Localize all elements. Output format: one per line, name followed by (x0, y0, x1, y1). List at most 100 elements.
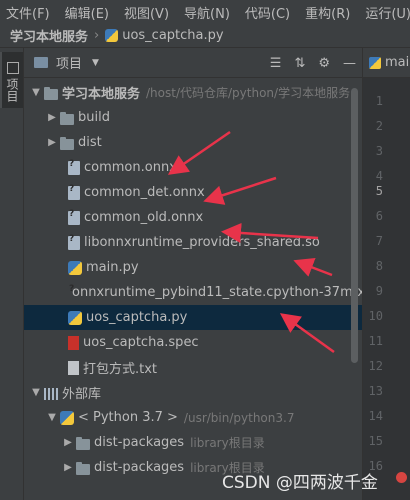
project-folder-icon (34, 57, 48, 68)
csdn-watermark: CSDN @四两波千金 (222, 473, 378, 493)
menu-edit[interactable]: 编辑(E) (65, 3, 109, 22)
unknown-file-icon (68, 234, 80, 250)
menu-bar: 文件(F) 编辑(E) 视图(V) 导航(N) 代码(C) 重构(R) 运行(U… (0, 0, 410, 24)
collapse-arrow-icon[interactable]: ▶ (44, 137, 60, 148)
menu-file[interactable]: 文件(F) (6, 3, 50, 22)
folder-icon (76, 461, 90, 475)
breadcrumb-project[interactable]: 学习本地服务 (10, 26, 88, 45)
tree-file-uos-captcha-py[interactable]: uos_captcha.py (24, 305, 362, 330)
notification-dot-icon (396, 472, 407, 483)
project-panel-toolbar: 项目 ▼ ☰ ⇅ ⚙ — (24, 48, 362, 78)
python-file-icon (105, 29, 119, 42)
project-toolbar-actions: ☰ ⇅ ⚙ — (257, 48, 356, 78)
python-sdk-name: < Python 3.7 > (78, 410, 178, 425)
file-name: 打包方式.txt (83, 362, 158, 377)
project-tool-tab[interactable]: 项目 (0, 52, 23, 108)
line-number: 13 (368, 384, 383, 398)
spec-file-icon (68, 336, 79, 350)
line-number: 9 (375, 284, 383, 298)
project-view-selector[interactable]: 项目 (56, 53, 82, 72)
project-panel: 项目 ▼ ☰ ⇅ ⚙ — ▼ 学习本地服务 /host/代码仓库/python/… (24, 48, 362, 500)
unknown-file-icon (68, 184, 80, 200)
tree-file-libonnxruntime-so[interactable]: libonnxruntime_providers_shared.so (24, 230, 362, 255)
unknown-file-icon (68, 159, 80, 175)
chevron-down-icon[interactable]: ▼ (92, 58, 99, 68)
tree-external-libraries[interactable]: ▼ 外部库 (24, 380, 362, 405)
tree-folder-build[interactable]: ▶ build (24, 105, 362, 130)
tree-file-common-old-onnx[interactable]: common_old.onnx (24, 205, 362, 230)
project-tab-icon (6, 62, 19, 74)
python-file-icon (369, 56, 381, 69)
file-name: main.py (86, 260, 139, 275)
collapse-arrow-icon[interactable]: ▶ (60, 437, 76, 448)
tree-file-main-py[interactable]: main.py (24, 255, 362, 280)
gear-icon[interactable]: ⚙ (318, 56, 330, 71)
file-name: common_old.onnx (84, 210, 204, 225)
line-number: 1 (375, 94, 383, 108)
line-number: 3 (375, 144, 383, 158)
line-number: 6 (375, 209, 383, 223)
tree-file-pybind11-state[interactable]: onnxruntime_pybind11_state.cpython-37m-x (24, 280, 362, 305)
line-number: 14 (368, 409, 383, 423)
external-libraries-label: 外部库 (62, 387, 102, 402)
file-name: uos_captcha.spec (83, 335, 199, 350)
menu-code[interactable]: 代码(C) (245, 3, 290, 22)
root-folder-name: 学习本地服务 (62, 87, 141, 102)
breadcrumb: 学习本地服务 › uos_captcha.py (0, 24, 410, 48)
python-file-icon (68, 311, 82, 325)
tree-file-common-det-onnx[interactable]: common_det.onnx (24, 180, 362, 205)
breadcrumb-file[interactable]: uos_captcha.py (122, 28, 223, 43)
minimize-icon[interactable]: — (343, 56, 356, 71)
left-tool-strip: 项目 (0, 48, 24, 500)
collapse-arrow-icon[interactable]: ▶ (60, 462, 76, 473)
root-folder-path: /host/代码仓库/python/学习本地服务 (146, 86, 351, 100)
file-name: libonnxruntime_providers_shared.so (84, 235, 320, 250)
collapse-all-icon[interactable]: ☰ (270, 56, 282, 71)
expand-arrow-icon[interactable]: ▼ (28, 387, 44, 398)
tree-scrollbar[interactable] (351, 88, 358, 363)
tree-file-packaging-txt[interactable]: 打包方式.txt (24, 355, 362, 380)
unknown-file-icon (68, 209, 80, 225)
line-number: 15 (368, 434, 383, 448)
library-root-hint: library根目录 (190, 436, 265, 450)
expand-arrow-icon[interactable]: ▼ (44, 412, 60, 423)
line-number: 5 (375, 184, 383, 198)
menu-refactor[interactable]: 重构(R) (305, 3, 350, 22)
expand-all-icon[interactable]: ⇅ (294, 56, 305, 71)
line-number: 4 (375, 169, 383, 183)
folder-icon (60, 136, 74, 150)
editor-area: main.py 1 2 3 4 5 6 7 8 9 10 11 12 13 14… (362, 48, 410, 500)
line-number: 11 (368, 334, 383, 348)
file-name: uos_captcha.py (86, 310, 188, 325)
line-number: 8 (375, 259, 383, 273)
folder-icon (60, 111, 74, 125)
line-number: 2 (375, 119, 383, 133)
editor-tab-label: main.py (385, 55, 410, 70)
file-name: onnxruntime_pybind11_state.cpython-37m-x (72, 285, 362, 300)
file-name: common.onnx (84, 160, 177, 175)
tree-dist-packages-1[interactable]: ▶ dist-packages library根目录 (24, 430, 362, 455)
tree-file-common-onnx[interactable]: common.onnx (24, 155, 362, 180)
folder-name: dist (78, 135, 102, 150)
expand-arrow-icon[interactable]: ▼ (28, 87, 44, 98)
library-icon (44, 387, 58, 400)
menu-run[interactable]: 运行(U) (365, 3, 410, 22)
project-tool-tab-label: 项目 (5, 78, 19, 102)
collapse-arrow-icon[interactable]: ▶ (44, 112, 60, 123)
line-number: 10 (368, 309, 383, 323)
menu-navigate[interactable]: 导航(N) (184, 3, 230, 22)
editor-tab-main-py[interactable]: main.py (363, 48, 410, 78)
tree-folder-dist[interactable]: ▶ dist (24, 130, 362, 155)
folder-name: build (78, 110, 110, 125)
folder-icon (44, 86, 58, 100)
python-sdk-path: /usr/bin/python3.7 (183, 410, 295, 425)
tree-python-sdk[interactable]: ▼ < Python 3.7 > /usr/bin/python3.7 (24, 405, 362, 430)
tree-root-row[interactable]: ▼ 学习本地服务 /host/代码仓库/python/学习本地服务 (24, 80, 362, 105)
menu-view[interactable]: 视图(V) (124, 3, 169, 22)
tree-file-uos-captcha-spec[interactable]: uos_captcha.spec (24, 330, 362, 355)
python-file-icon (68, 261, 82, 275)
line-number: 7 (375, 234, 383, 248)
text-file-icon (68, 361, 79, 375)
breadcrumb-separator-icon: › (94, 28, 100, 43)
file-name: common_det.onnx (84, 185, 205, 200)
